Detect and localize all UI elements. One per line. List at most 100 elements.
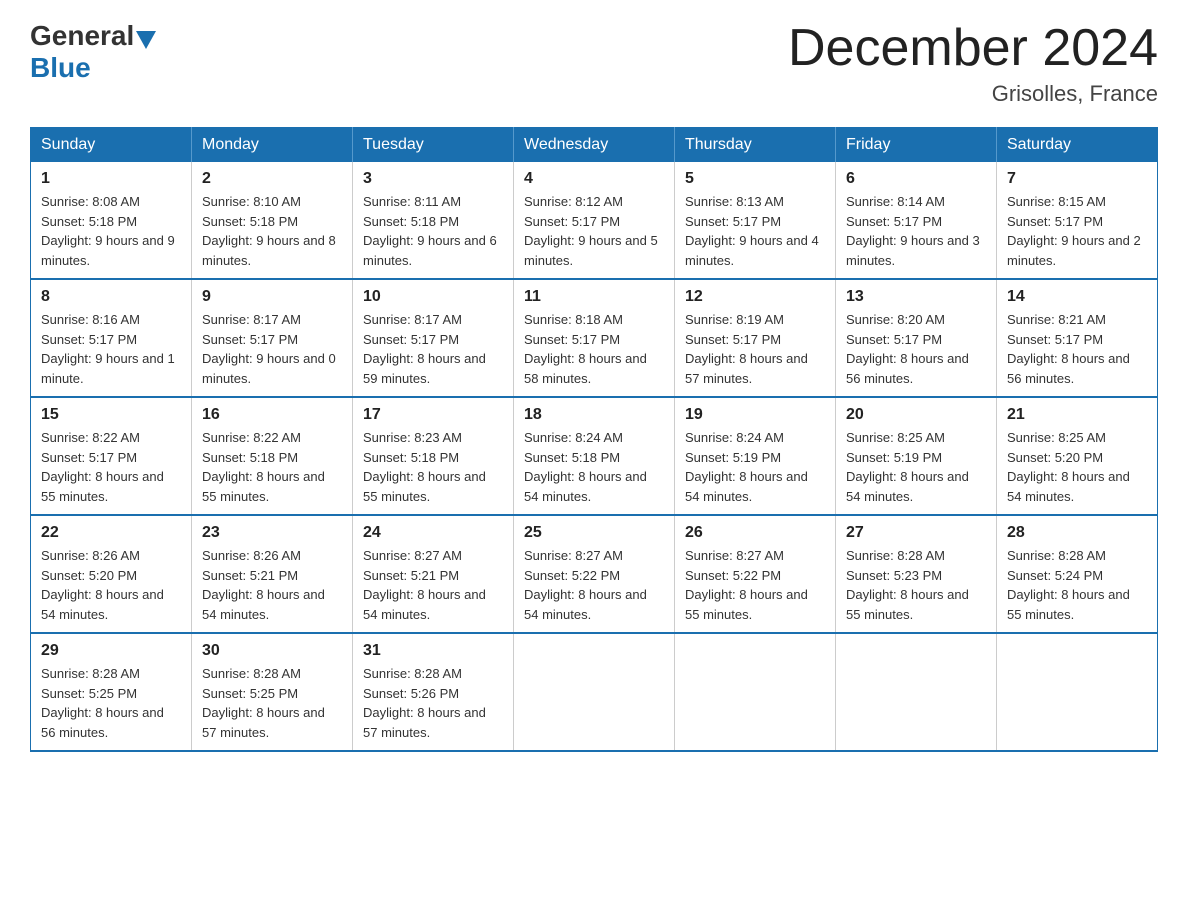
calendar-cell (675, 633, 836, 751)
calendar-cell: 1 Sunrise: 8:08 AMSunset: 5:18 PMDayligh… (31, 162, 192, 279)
day-info: Sunrise: 8:24 AMSunset: 5:18 PMDaylight:… (524, 428, 664, 506)
calendar-cell: 24 Sunrise: 8:27 AMSunset: 5:21 PMDaylig… (353, 515, 514, 633)
day-info: Sunrise: 8:17 AMSunset: 5:17 PMDaylight:… (363, 310, 503, 388)
calendar-cell: 7 Sunrise: 8:15 AMSunset: 5:17 PMDayligh… (997, 162, 1158, 279)
calendar-cell: 5 Sunrise: 8:13 AMSunset: 5:17 PMDayligh… (675, 162, 836, 279)
day-info: Sunrise: 8:10 AMSunset: 5:18 PMDaylight:… (202, 192, 342, 270)
calendar-cell: 15 Sunrise: 8:22 AMSunset: 5:17 PMDaylig… (31, 397, 192, 515)
calendar-cell: 14 Sunrise: 8:21 AMSunset: 5:17 PMDaylig… (997, 279, 1158, 397)
calendar-week-row: 8 Sunrise: 8:16 AMSunset: 5:17 PMDayligh… (31, 279, 1158, 397)
day-number: 7 (1007, 170, 1147, 188)
calendar-week-row: 22 Sunrise: 8:26 AMSunset: 5:20 PMDaylig… (31, 515, 1158, 633)
day-header-tuesday: Tuesday (353, 128, 514, 163)
calendar-cell: 25 Sunrise: 8:27 AMSunset: 5:22 PMDaylig… (514, 515, 675, 633)
calendar-cell: 21 Sunrise: 8:25 AMSunset: 5:20 PMDaylig… (997, 397, 1158, 515)
day-number: 25 (524, 524, 664, 542)
day-header-thursday: Thursday (675, 128, 836, 163)
calendar-table: SundayMondayTuesdayWednesdayThursdayFrid… (30, 127, 1158, 752)
day-info: Sunrise: 8:27 AMSunset: 5:21 PMDaylight:… (363, 546, 503, 624)
calendar-cell: 23 Sunrise: 8:26 AMSunset: 5:21 PMDaylig… (192, 515, 353, 633)
calendar-cell: 18 Sunrise: 8:24 AMSunset: 5:18 PMDaylig… (514, 397, 675, 515)
day-number: 16 (202, 406, 342, 424)
day-number: 21 (1007, 406, 1147, 424)
calendar-cell: 30 Sunrise: 8:28 AMSunset: 5:25 PMDaylig… (192, 633, 353, 751)
day-info: Sunrise: 8:28 AMSunset: 5:25 PMDaylight:… (202, 664, 342, 742)
day-info: Sunrise: 8:26 AMSunset: 5:20 PMDaylight:… (41, 546, 181, 624)
day-header-sunday: Sunday (31, 128, 192, 163)
day-info: Sunrise: 8:12 AMSunset: 5:17 PMDaylight:… (524, 192, 664, 270)
day-header-saturday: Saturday (997, 128, 1158, 163)
calendar-cell: 3 Sunrise: 8:11 AMSunset: 5:18 PMDayligh… (353, 162, 514, 279)
calendar-cell: 28 Sunrise: 8:28 AMSunset: 5:24 PMDaylig… (997, 515, 1158, 633)
day-info: Sunrise: 8:28 AMSunset: 5:23 PMDaylight:… (846, 546, 986, 624)
day-number: 29 (41, 642, 181, 660)
logo-triangle-icon (136, 31, 156, 49)
day-number: 3 (363, 170, 503, 188)
calendar-cell: 10 Sunrise: 8:17 AMSunset: 5:17 PMDaylig… (353, 279, 514, 397)
calendar-cell (514, 633, 675, 751)
calendar-cell: 29 Sunrise: 8:28 AMSunset: 5:25 PMDaylig… (31, 633, 192, 751)
calendar-cell: 2 Sunrise: 8:10 AMSunset: 5:18 PMDayligh… (192, 162, 353, 279)
day-info: Sunrise: 8:14 AMSunset: 5:17 PMDaylight:… (846, 192, 986, 270)
calendar-cell: 19 Sunrise: 8:24 AMSunset: 5:19 PMDaylig… (675, 397, 836, 515)
calendar-cell (836, 633, 997, 751)
day-header-wednesday: Wednesday (514, 128, 675, 163)
day-info: Sunrise: 8:28 AMSunset: 5:25 PMDaylight:… (41, 664, 181, 742)
day-info: Sunrise: 8:16 AMSunset: 5:17 PMDaylight:… (41, 310, 181, 388)
day-number: 18 (524, 406, 664, 424)
day-number: 28 (1007, 524, 1147, 542)
title-section: December 2024 Grisolles, France (788, 20, 1158, 107)
day-number: 12 (685, 288, 825, 306)
calendar-cell: 16 Sunrise: 8:22 AMSunset: 5:18 PMDaylig… (192, 397, 353, 515)
day-number: 27 (846, 524, 986, 542)
day-info: Sunrise: 8:26 AMSunset: 5:21 PMDaylight:… (202, 546, 342, 624)
day-info: Sunrise: 8:13 AMSunset: 5:17 PMDaylight:… (685, 192, 825, 270)
calendar-cell: 27 Sunrise: 8:28 AMSunset: 5:23 PMDaylig… (836, 515, 997, 633)
day-info: Sunrise: 8:18 AMSunset: 5:17 PMDaylight:… (524, 310, 664, 388)
calendar-cell: 26 Sunrise: 8:27 AMSunset: 5:22 PMDaylig… (675, 515, 836, 633)
day-info: Sunrise: 8:27 AMSunset: 5:22 PMDaylight:… (524, 546, 664, 624)
day-info: Sunrise: 8:28 AMSunset: 5:24 PMDaylight:… (1007, 546, 1147, 624)
day-number: 5 (685, 170, 825, 188)
day-number: 22 (41, 524, 181, 542)
day-header-friday: Friday (836, 128, 997, 163)
day-info: Sunrise: 8:19 AMSunset: 5:17 PMDaylight:… (685, 310, 825, 388)
day-info: Sunrise: 8:21 AMSunset: 5:17 PMDaylight:… (1007, 310, 1147, 388)
month-title: December 2024 (788, 20, 1158, 77)
day-info: Sunrise: 8:24 AMSunset: 5:19 PMDaylight:… (685, 428, 825, 506)
day-number: 23 (202, 524, 342, 542)
logo-general-text: General (30, 20, 134, 52)
day-info: Sunrise: 8:23 AMSunset: 5:18 PMDaylight:… (363, 428, 503, 506)
calendar-week-row: 1 Sunrise: 8:08 AMSunset: 5:18 PMDayligh… (31, 162, 1158, 279)
day-number: 10 (363, 288, 503, 306)
day-info: Sunrise: 8:15 AMSunset: 5:17 PMDaylight:… (1007, 192, 1147, 270)
day-number: 4 (524, 170, 664, 188)
calendar-week-row: 29 Sunrise: 8:28 AMSunset: 5:25 PMDaylig… (31, 633, 1158, 751)
day-number: 31 (363, 642, 503, 660)
calendar-cell: 4 Sunrise: 8:12 AMSunset: 5:17 PMDayligh… (514, 162, 675, 279)
logo-blue-text: Blue (30, 52, 91, 84)
calendar-cell: 17 Sunrise: 8:23 AMSunset: 5:18 PMDaylig… (353, 397, 514, 515)
day-number: 26 (685, 524, 825, 542)
day-number: 19 (685, 406, 825, 424)
calendar-cell: 13 Sunrise: 8:20 AMSunset: 5:17 PMDaylig… (836, 279, 997, 397)
calendar-cell: 6 Sunrise: 8:14 AMSunset: 5:17 PMDayligh… (836, 162, 997, 279)
calendar-cell: 20 Sunrise: 8:25 AMSunset: 5:19 PMDaylig… (836, 397, 997, 515)
day-number: 30 (202, 642, 342, 660)
day-info: Sunrise: 8:22 AMSunset: 5:17 PMDaylight:… (41, 428, 181, 506)
day-info: Sunrise: 8:22 AMSunset: 5:18 PMDaylight:… (202, 428, 342, 506)
day-info: Sunrise: 8:25 AMSunset: 5:20 PMDaylight:… (1007, 428, 1147, 506)
day-number: 8 (41, 288, 181, 306)
day-number: 13 (846, 288, 986, 306)
day-number: 2 (202, 170, 342, 188)
calendar-header-row: SundayMondayTuesdayWednesdayThursdayFrid… (31, 128, 1158, 163)
day-number: 20 (846, 406, 986, 424)
calendar-cell: 9 Sunrise: 8:17 AMSunset: 5:17 PMDayligh… (192, 279, 353, 397)
day-number: 6 (846, 170, 986, 188)
day-number: 17 (363, 406, 503, 424)
day-info: Sunrise: 8:11 AMSunset: 5:18 PMDaylight:… (363, 192, 503, 270)
calendar-cell: 12 Sunrise: 8:19 AMSunset: 5:17 PMDaylig… (675, 279, 836, 397)
calendar-cell: 31 Sunrise: 8:28 AMSunset: 5:26 PMDaylig… (353, 633, 514, 751)
calendar-cell (997, 633, 1158, 751)
calendar-cell: 11 Sunrise: 8:18 AMSunset: 5:17 PMDaylig… (514, 279, 675, 397)
